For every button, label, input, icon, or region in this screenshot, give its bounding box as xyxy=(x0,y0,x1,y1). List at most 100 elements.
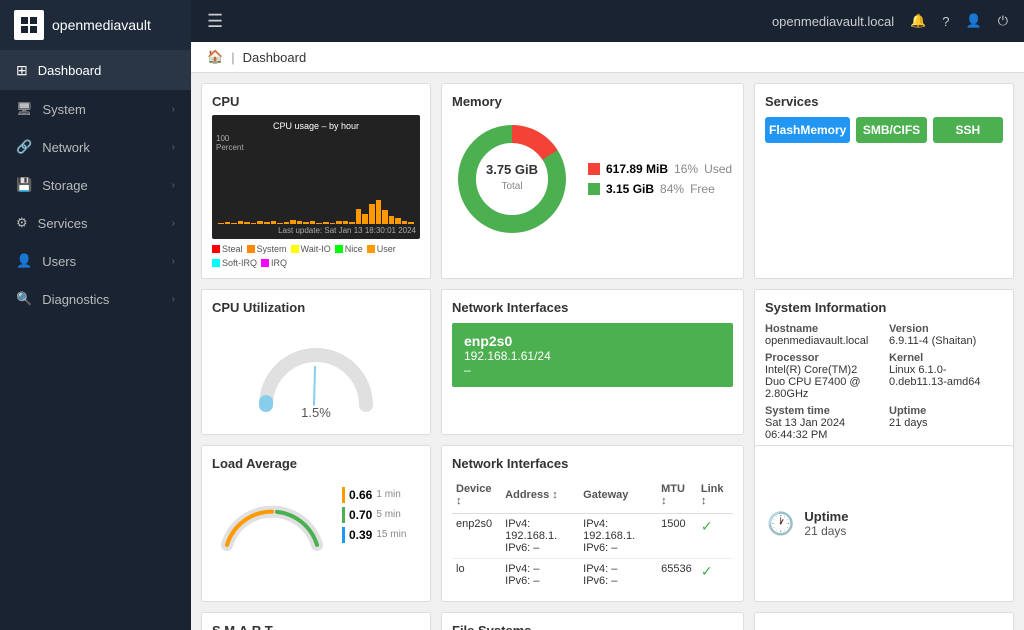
hostname-group: Hostname openmediavault.local xyxy=(765,323,879,347)
chevron-right-icon: › xyxy=(172,256,175,267)
chevron-right-icon: › xyxy=(172,104,175,115)
sidebar-item-label: Services xyxy=(38,216,172,231)
sidebar-item-label: System xyxy=(43,102,172,117)
flashmemory-button[interactable]: FlashMemory xyxy=(765,117,850,143)
sidebar-item-storage[interactable]: 💾 Storage › xyxy=(0,166,191,204)
kernel-value: Linux 6.1.0-0.deb11.13-amd64 xyxy=(889,364,1003,388)
sidebar: openmediavault ⊞ Dashboard 🖥 System › 🔗 … xyxy=(0,0,191,630)
breadcrumb-separator: | xyxy=(231,50,234,65)
load-1min-value: 0.66 xyxy=(349,488,372,502)
uptime-widget-card: 🕐 Uptime 21 days xyxy=(754,445,1014,602)
breadcrumb: 🏠 | Dashboard xyxy=(191,42,1024,73)
svg-text:3.75 GiB: 3.75 GiB xyxy=(486,162,538,177)
uptime-text-group: Uptime 21 days xyxy=(804,509,848,538)
sidebar-item-system[interactable]: 🖥 System › xyxy=(0,90,191,128)
legend-nice: Nice xyxy=(335,244,363,254)
users-icon: 👤 xyxy=(16,253,32,269)
row1-link: ✓ xyxy=(697,514,733,559)
load-avg-title: Load Average xyxy=(212,456,420,471)
table-row: lo IPv4: –IPv6: – IPv4: –IPv6: – 65536 ✓ xyxy=(452,559,733,592)
monitor-icon: 🖥 xyxy=(16,101,33,117)
services-title: Services xyxy=(765,94,1003,109)
col-mtu: MTU ↕ xyxy=(657,479,697,514)
memory-used-bytes: 617.89 MiB xyxy=(606,162,668,176)
uptime-group: Uptime 21 days xyxy=(889,405,1003,441)
net-iface-green-bar: enp2s0 192.168.1.61/24 – xyxy=(452,323,733,387)
memory-used-label: Used xyxy=(704,162,732,176)
clock-icon: 🕐 xyxy=(767,511,794,537)
load-average-card: Load Average 0.66 1 min 0.7 xyxy=(201,445,431,602)
sysinfo-grid: Hostname openmediavault.local Version 6.… xyxy=(765,323,1003,441)
dashboard-icon: ⊞ xyxy=(16,62,28,79)
user-icon[interactable]: 👤 xyxy=(966,13,982,29)
processor-label: Processor xyxy=(765,352,879,364)
cpu-chart-card: CPU CPU usage – by hour 100Percent xyxy=(201,83,431,279)
version-label: Version xyxy=(889,323,1003,335)
cpu-util-gauge: 1.5% xyxy=(212,321,420,424)
memory-card: Memory 3.75 GiB Total 617.89 MiB 16% Use… xyxy=(441,83,744,279)
filesystem-card: File Systems Device ↑ Available ↕ Used ↕… xyxy=(441,612,744,630)
help-icon[interactable]: ? xyxy=(942,14,949,29)
load-values: 0.66 1 min 0.70 5 min 0.39 15 min xyxy=(342,487,406,543)
col-gateway: Gateway xyxy=(579,479,657,514)
load-gauge-svg xyxy=(212,477,332,552)
sidebar-item-label: Dashboard xyxy=(38,63,102,78)
sidebar-logo: openmediavault xyxy=(0,0,191,51)
util-gauge-svg xyxy=(246,325,386,415)
cpu-chart-header: CPU usage – by hour xyxy=(216,121,416,131)
hostname-value: openmediavault.local xyxy=(765,335,879,347)
legend-steal: Steal xyxy=(212,244,243,254)
uptime-label: Uptime xyxy=(889,405,1003,417)
processor-value: Intel(R) Core(TM)2 Duo CPU E7400 @ 2.80G… xyxy=(765,364,879,400)
net-iface-extra: – xyxy=(464,363,721,377)
load-15min-value: 0.39 xyxy=(349,528,372,542)
cpu-bars xyxy=(216,154,416,224)
systemtime-label: System time xyxy=(765,405,879,417)
services-card: Services FlashMemory SMB/CIFS SSH xyxy=(754,83,1014,279)
sidebar-item-label: Diagnostics xyxy=(42,292,171,307)
net-iface-title: Network Interfaces xyxy=(452,300,733,315)
notification-icon[interactable]: 🔔 xyxy=(910,13,926,29)
systemtime-group: System time Sat 13 Jan 2024 06:44:32 PM xyxy=(765,405,879,441)
processor-group: Processor Intel(R) Core(TM)2 Duo CPU E74… xyxy=(765,352,879,400)
sidebar-item-network[interactable]: 🔗 Network › xyxy=(0,128,191,166)
sidebar-item-diagnostics[interactable]: 🔍 Diagnostics › xyxy=(0,280,191,318)
cpu-chart-container: CPU usage – by hour 100Percent xyxy=(212,115,420,239)
ssh-button[interactable]: SSH xyxy=(933,117,1003,143)
memory-free-bytes: 3.15 GiB xyxy=(606,182,654,196)
storage-icon: 💾 xyxy=(16,177,32,193)
table-row: enp2s0 IPv4: 192.168.1.IPv6: – IPv4: 192… xyxy=(452,514,733,559)
topbar-left: ☰ xyxy=(207,11,223,32)
net-table-title: Network Interfaces xyxy=(452,456,733,471)
sidebar-item-label: Users xyxy=(42,254,171,269)
uptime-value: 21 days xyxy=(889,417,1003,429)
network-interfaces-table-card: Network Interfaces Device ↕ Address ↕ Ga… xyxy=(441,445,744,602)
sidebar-item-users[interactable]: 👤 Users › xyxy=(0,242,191,280)
chevron-right-icon: › xyxy=(172,180,175,191)
row2-mtu: 65536 xyxy=(657,559,697,592)
memory-title: Memory xyxy=(452,94,733,109)
kernel-group: Kernel Linux 6.1.0-0.deb11.13-amd64 xyxy=(889,352,1003,400)
services-icon: ⚙ xyxy=(16,215,28,231)
row2-gateway: IPv4: –IPv6: – xyxy=(579,559,657,592)
smart-title: S.M.A.R.T. xyxy=(212,623,420,630)
memory-donut: 3.75 GiB Total xyxy=(452,119,572,239)
home-icon[interactable]: 🏠 xyxy=(207,49,223,65)
legend-irq: IRQ xyxy=(261,258,287,268)
row2-device: lo xyxy=(452,559,501,592)
diagnostics-icon: 🔍 xyxy=(16,291,32,307)
main-area: ☰ openmediavault.local 🔔 ? 👤 ⏻ 🏠 | Dashb… xyxy=(191,0,1024,630)
cpu-chart-footer: Last update: Sat Jan 13 18:30:01 2024 xyxy=(216,226,416,235)
hamburger-icon[interactable]: ☰ xyxy=(207,11,223,31)
row2-address: IPv4: –IPv6: – xyxy=(501,559,579,592)
cpu-util-title: CPU Utilization xyxy=(212,300,420,315)
load-content: 0.66 1 min 0.70 5 min 0.39 15 min xyxy=(212,477,420,552)
memory-content: 3.75 GiB Total 617.89 MiB 16% Used 3.15 … xyxy=(452,115,733,243)
power-icon[interactable]: ⏻ xyxy=(998,13,1008,29)
hostname-label: openmediavault.local xyxy=(772,14,894,29)
smb-button[interactable]: SMB/CIFS xyxy=(856,117,926,143)
content-grid: CPU CPU usage – by hour 100Percent xyxy=(191,73,1024,630)
row1-gateway: IPv4: 192.168.1.IPv6: – xyxy=(579,514,657,559)
sidebar-item-dashboard[interactable]: ⊞ Dashboard xyxy=(0,51,191,90)
sidebar-item-services[interactable]: ⚙ Services › xyxy=(0,204,191,242)
